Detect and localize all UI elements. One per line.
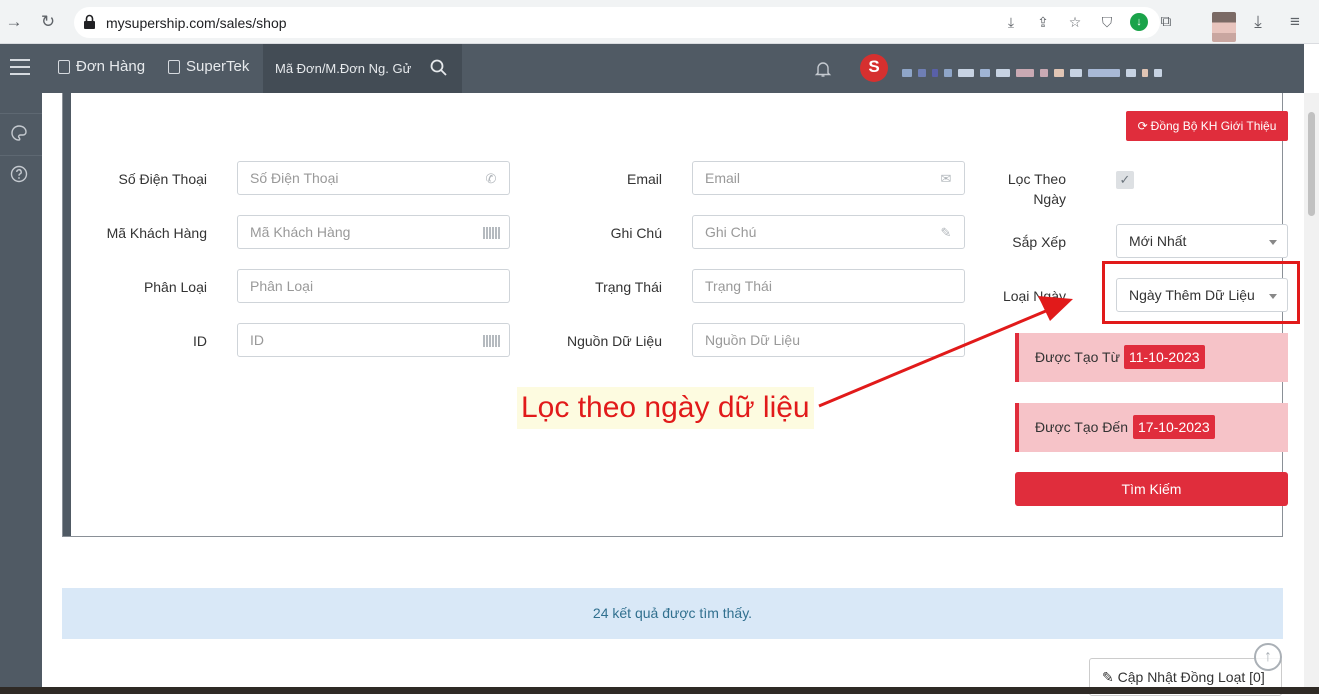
- shield-icon[interactable]: ⛉: [1098, 13, 1116, 31]
- scrollbar-thumb[interactable]: [1308, 112, 1315, 216]
- pencil-icon: ✎: [1102, 669, 1114, 685]
- share-icon[interactable]: ⇪: [1034, 13, 1052, 31]
- forward-icon[interactable]: →: [4, 12, 24, 32]
- order-search[interactable]: Mã Đơn/M.Đơn Ng. Gử: [263, 44, 462, 93]
- browser-toolbar: → ↻ mysupership.com/sales/shop ⤓ ⇪ ☆ ⛉ ↓…: [0, 0, 1319, 44]
- address-bar[interactable]: mysupership.com/sales/shop ⤓ ⇪ ☆ ⛉ ↓: [74, 7, 1160, 38]
- reload-icon[interactable]: ↻: [38, 12, 58, 32]
- app-header: Đơn Hàng SuperTek Mã Đơn/M.Đơn Ng. Gử S: [0, 44, 1304, 93]
- help-icon[interactable]: [10, 165, 28, 183]
- download-extension-icon[interactable]: ↓: [1130, 13, 1148, 31]
- brand-logo[interactable]: S: [860, 54, 888, 82]
- hamburger-menu-icon[interactable]: [10, 59, 30, 77]
- scroll-to-top-icon[interactable]: ↑: [1254, 643, 1282, 671]
- palette-icon[interactable]: [10, 124, 28, 142]
- order-search-input[interactable]: Mã Đơn/M.Đơn Ng. Gử: [275, 61, 411, 76]
- edit-icon: [168, 59, 180, 74]
- bell-icon[interactable]: [814, 60, 832, 78]
- url-text[interactable]: mysupership.com/sales/shop: [106, 15, 287, 31]
- user-info-blurred: [902, 69, 1162, 77]
- filter-panel: ⟳ Đồng Bộ KH Giới Thiệu Số Điện Thoại Số…: [62, 93, 1300, 537]
- profile-avatar[interactable]: [1212, 12, 1236, 42]
- main-content: ⟳ Đồng Bộ KH Giới Thiệu Số Điện Thoại Số…: [42, 93, 1304, 696]
- lock-icon: [84, 14, 95, 29]
- extensions-icon[interactable]: ⧉: [1156, 12, 1176, 32]
- search-icon[interactable]: [430, 59, 447, 76]
- install-icon[interactable]: ⤓: [1002, 13, 1020, 31]
- downloads-icon[interactable]: ⤓: [1248, 12, 1268, 32]
- nav-supertek[interactable]: SuperTek: [168, 58, 249, 75]
- menu-icon[interactable]: ≡: [1285, 12, 1305, 32]
- bookmark-star-icon[interactable]: ☆: [1066, 13, 1084, 31]
- results-summary: 24 kết quả được tìm thấy.: [62, 588, 1283, 639]
- annotation-arrow: [818, 296, 1073, 408]
- left-rail: [0, 93, 42, 694]
- nav-don-hang[interactable]: Đơn Hàng: [58, 58, 145, 75]
- book-icon: [58, 59, 70, 74]
- os-taskbar: [0, 687, 1319, 694]
